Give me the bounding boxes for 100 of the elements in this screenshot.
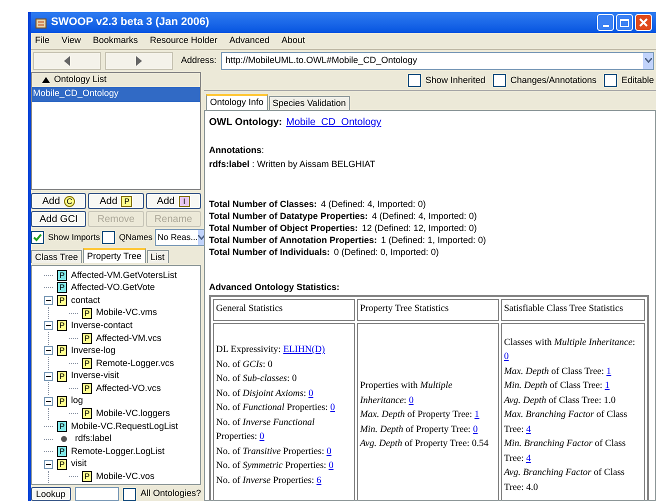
- tab[interactable]: Property Tree: [83, 248, 146, 263]
- statistic-link[interactable]: 1: [606, 366, 612, 377]
- collapse-icon[interactable]: [44, 346, 53, 356]
- all-ontologies-checkbox[interactable]: All Ontologies?: [123, 487, 201, 501]
- statistic-link[interactable]: 6: [316, 476, 322, 486]
- ontology-label: OWL Ontology:: [209, 116, 282, 130]
- tree-item[interactable]: rdfs:label: [75, 432, 112, 446]
- statistic-line: Min. Depth of Property Tree: 0: [360, 424, 479, 437]
- window-title: SWOOP v2.3 beta 3 (Jan 2006): [51, 15, 210, 30]
- ontology-link[interactable]: Mobile_CD_Ontology: [286, 115, 382, 130]
- menu-item[interactable]: About: [281, 34, 305, 48]
- statistic-line: Min. Branching Factor of Class Tree: 4: [504, 438, 627, 466]
- option-checkbox[interactable]: Changes/Annotations: [493, 74, 596, 88]
- lookup-button[interactable]: Lookup: [31, 487, 71, 501]
- statistic-line: No. of Functional Properties: 0: [216, 402, 336, 415]
- option-checkbox[interactable]: Show Inherited: [408, 74, 486, 88]
- tab[interactable]: Ontology Info: [206, 94, 268, 110]
- close-button[interactable]: [635, 14, 652, 31]
- ontology-list-item[interactable]: Mobile_CD_Ontology: [32, 87, 200, 102]
- tree-item[interactable]: Affected-VO.GetVote: [71, 281, 155, 295]
- tab[interactable]: List: [146, 250, 169, 263]
- maximize-button[interactable]: [616, 14, 633, 31]
- tree-item[interactable]: Mobile-VC.vos: [96, 470, 155, 484]
- property-icon: P: [82, 471, 92, 482]
- tree-item[interactable]: Mobile-VC.vms: [96, 306, 158, 320]
- tab[interactable]: Species Validation: [268, 96, 350, 110]
- statistic-link[interactable]: 4: [526, 424, 531, 435]
- property-icon: P: [57, 458, 67, 470]
- checkbox[interactable]: [31, 231, 44, 244]
- statistic-line: Avg. Depth of Class Tree: 1.0: [504, 394, 617, 408]
- option-checkbox[interactable]: Show Imports: [31, 231, 100, 244]
- statistic-link[interactable]: 0: [504, 352, 509, 362]
- check-icon: [33, 233, 42, 242]
- statistic-link[interactable]: 0: [308, 388, 314, 398]
- annotations-heading: Annotations: [209, 144, 262, 157]
- toolbar-button[interactable]: Add P: [88, 193, 144, 209]
- statistic-link[interactable]: ELIHN(D): [283, 345, 325, 355]
- tree-item[interactable]: Mobile-VC.RequestLogList: [71, 420, 178, 434]
- menu-item[interactable]: Advanced: [229, 34, 270, 48]
- advanced-heading: Advanced Ontology Statistics:: [209, 281, 341, 294]
- tree-item[interactable]: Affected-VO.vcs: [96, 382, 161, 396]
- statistic-link[interactable]: 1: [474, 410, 480, 420]
- tree-item[interactable]: Mobile-VC.loggers: [96, 407, 170, 421]
- tab[interactable]: Class Tree: [31, 250, 82, 263]
- tree-item[interactable]: Affected-VM.vcs: [96, 332, 162, 346]
- toolbar-button[interactable]: Add C: [31, 193, 86, 209]
- statistic-link[interactable]: 1: [604, 381, 610, 392]
- collapse-icon[interactable]: [44, 396, 53, 406]
- tree-item[interactable]: Affected-VM.GetVotersList: [71, 268, 177, 282]
- tree-item[interactable]: visit: [71, 457, 86, 471]
- tree-item[interactable]: Inverse-visit: [71, 369, 120, 383]
- dropdown-icon[interactable]: [198, 230, 205, 245]
- checkbox[interactable]: [493, 74, 506, 87]
- collapse-icon[interactable]: [44, 372, 53, 381]
- address-field[interactable]: http://MobileUML.to.OWL#Mobile_CD_Ontology: [220, 52, 654, 70]
- statistic-link[interactable]: 0: [330, 403, 336, 413]
- total-value: 1 (Defined: 1, Imported: 0): [381, 234, 486, 248]
- toolbar-button[interactable]: Add I: [146, 193, 201, 209]
- menu-item[interactable]: Resource Holder: [150, 34, 218, 48]
- forward-button[interactable]: [105, 52, 173, 70]
- annotation-value: : Written by Aissam BELGHIAT: [251, 158, 376, 171]
- tree-item[interactable]: contact: [71, 294, 100, 308]
- total-value: 4 (Defined: 4, Imported: 0): [372, 210, 477, 224]
- tree-item[interactable]: Remote-Logger.vcs: [96, 356, 174, 370]
- checkbox[interactable]: [102, 231, 115, 244]
- statistic-link[interactable]: 0: [472, 424, 478, 435]
- option-checkbox[interactable]: Editable: [604, 74, 654, 88]
- app-icon: [35, 16, 47, 28]
- menu-item[interactable]: File: [35, 34, 50, 48]
- statistic-link[interactable]: 0: [326, 446, 332, 456]
- bullet-icon: [61, 436, 67, 442]
- menu-item[interactable]: Bookmarks: [92, 34, 138, 48]
- statistic-link[interactable]: 0: [328, 461, 334, 471]
- checkbox[interactable]: [604, 74, 618, 87]
- menu-item[interactable]: View: [62, 34, 81, 48]
- statistic-link[interactable]: 0: [408, 396, 414, 406]
- statistic-link[interactable]: 0: [260, 432, 264, 442]
- tree-item[interactable]: Inverse-log: [71, 344, 116, 358]
- option-checkbox[interactable]: QNames: [102, 231, 153, 244]
- total-value: 4 (Defined: 4, Imported: 0): [320, 198, 426, 212]
- statistic-line: Avg. Branching Factor of Class Tree: 4.0: [504, 467, 626, 495]
- property-icon: P: [57, 370, 67, 382]
- checkbox[interactable]: [123, 488, 136, 500]
- property-icon: P: [57, 396, 67, 407]
- collapse-icon[interactable]: [44, 460, 53, 469]
- checkbox[interactable]: [408, 74, 422, 87]
- lookup-field[interactable]: [74, 487, 120, 501]
- minimize-button[interactable]: [597, 14, 614, 31]
- class-icon: C: [64, 196, 76, 206]
- collapse-icon[interactable]: [44, 321, 53, 330]
- total-label: Total Number of Annotation Properties:: [209, 234, 377, 248]
- dropdown-icon[interactable]: [643, 52, 653, 68]
- back-button[interactable]: [33, 52, 101, 70]
- tree-item[interactable]: Remote-Logger.LogList: [71, 444, 165, 458]
- tree-item[interactable]: Inverse-contact: [71, 318, 133, 332]
- tree-item[interactable]: log: [71, 394, 84, 408]
- reasoner-select[interactable]: No Reas...: [154, 229, 205, 246]
- statistic-link[interactable]: 4: [526, 454, 531, 464]
- toolbar-button[interactable]: Add GCI: [31, 211, 86, 227]
- collapse-icon[interactable]: [44, 296, 53, 305]
